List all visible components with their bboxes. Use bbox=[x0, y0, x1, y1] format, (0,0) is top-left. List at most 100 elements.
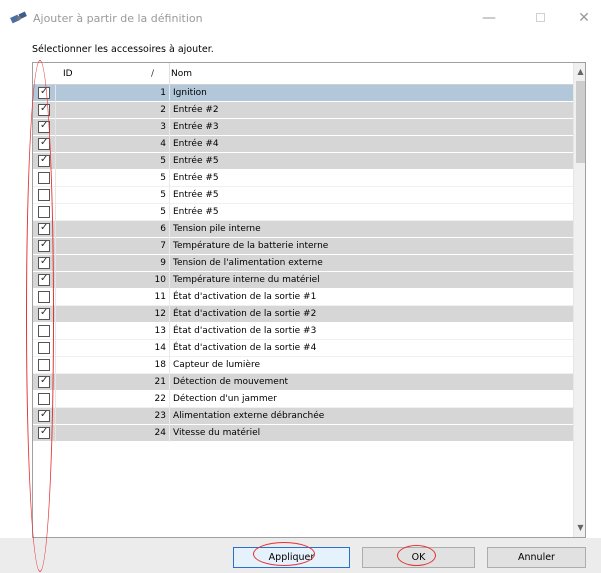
row-checkbox[interactable] bbox=[38, 342, 50, 354]
row-name: Capteur de lumière bbox=[173, 360, 261, 370]
row-name: Détection d'un jammer bbox=[173, 394, 277, 404]
row-checkbox[interactable]: ✓ bbox=[38, 86, 50, 99]
row-checkbox[interactable]: ✓ bbox=[38, 239, 50, 252]
checkmark-icon: ✓ bbox=[40, 120, 49, 131]
table-row[interactable]: ✓ 9 Tension de l'alimentation externe bbox=[33, 255, 573, 272]
row-checkbox[interactable]: ✓ bbox=[38, 120, 50, 133]
row-name: État d'activation de la sortie #2 bbox=[173, 309, 317, 319]
cancel-button[interactable]: Annuler bbox=[487, 547, 586, 568]
column-header-name[interactable]: Nom bbox=[171, 63, 192, 85]
row-checkbox[interactable]: ✓ bbox=[38, 103, 50, 116]
row-name: Tension pile interne bbox=[173, 224, 261, 234]
checkmark-icon: ✓ bbox=[40, 222, 49, 233]
row-id: 5 bbox=[160, 190, 166, 200]
table-row[interactable]: ✓ 23 Alimentation externe débranchée bbox=[33, 408, 573, 425]
row-id: 11 bbox=[154, 292, 166, 302]
satellite-icon bbox=[10, 11, 27, 24]
row-checkbox[interactable] bbox=[38, 359, 50, 371]
row-id: 7 bbox=[160, 241, 166, 251]
table-row[interactable]: ✓ 10 Température interne du matériel bbox=[33, 272, 573, 289]
row-id: 13 bbox=[154, 326, 166, 336]
scroll-thumb[interactable] bbox=[576, 81, 585, 163]
row-checkbox[interactable] bbox=[38, 206, 50, 218]
row-id: 10 bbox=[154, 275, 166, 285]
column-divider[interactable] bbox=[169, 63, 170, 85]
minimize-button[interactable]: — bbox=[474, 8, 504, 28]
table-row[interactable]: 22 Détection d'un jammer bbox=[33, 391, 573, 408]
maximize-button[interactable] bbox=[525, 8, 555, 28]
row-id: 5 bbox=[160, 156, 166, 166]
table-row[interactable]: ✓ 5 Entrée #5 bbox=[33, 153, 573, 170]
grid-rows: ✓ 1 Ignition ✓ 2 Entrée #2 ✓ 3 Entrée #3 ✓ 4 Entrée… bbox=[33, 85, 573, 442]
table-row[interactable]: 5 Entrée #5 bbox=[33, 204, 573, 221]
row-checkbox[interactable]: ✓ bbox=[38, 426, 50, 439]
checkmark-icon: ✓ bbox=[40, 426, 49, 437]
table-row[interactable]: 14 État d'activation de la sortie #4 bbox=[33, 340, 573, 357]
row-name: Entrée #5 bbox=[173, 156, 219, 166]
row-checkbox[interactable]: ✓ bbox=[38, 273, 50, 286]
table-row[interactable]: ✓ 2 Entrée #2 bbox=[33, 102, 573, 119]
checkmark-icon: ✓ bbox=[40, 103, 49, 114]
row-name: Vitesse du matériel bbox=[173, 428, 261, 438]
table-row[interactable]: ✓ 1 Ignition bbox=[33, 85, 573, 102]
row-checkbox[interactable]: ✓ bbox=[38, 256, 50, 269]
row-id: 5 bbox=[160, 207, 166, 217]
vertical-scrollbar[interactable]: ▲ ▼ bbox=[573, 63, 585, 537]
ok-button[interactable]: OK bbox=[362, 547, 475, 568]
row-id: 3 bbox=[160, 122, 166, 132]
table-row[interactable]: 18 Capteur de lumière bbox=[33, 357, 573, 374]
row-id: 22 bbox=[154, 394, 166, 404]
row-id: 21 bbox=[154, 377, 166, 387]
row-id: 5 bbox=[160, 173, 166, 183]
row-name: Tension de l'alimentation externe bbox=[173, 258, 323, 268]
row-checkbox[interactable] bbox=[38, 393, 50, 405]
row-id: 14 bbox=[154, 343, 166, 353]
table-row[interactable]: ✓ 7 Température de la batterie interne bbox=[33, 238, 573, 255]
row-name: Entrée #5 bbox=[173, 173, 219, 183]
table-row[interactable]: ✓ 4 Entrée #4 bbox=[33, 136, 573, 153]
row-checkbox[interactable]: ✓ bbox=[38, 307, 50, 320]
row-name: Ignition bbox=[173, 88, 207, 98]
accessories-grid[interactable]: ID / Nom ✓ 1 Ignition ✓ 2 Entrée #2 ✓ 3 Entrée #… bbox=[32, 62, 586, 538]
checkmark-icon: ✓ bbox=[40, 154, 49, 165]
scroll-down-icon[interactable]: ▼ bbox=[574, 521, 585, 535]
row-checkbox[interactable] bbox=[38, 172, 50, 184]
row-checkbox[interactable]: ✓ bbox=[38, 409, 50, 422]
table-row[interactable]: 13 État d'activation de la sortie #3 bbox=[33, 323, 573, 340]
table-row[interactable]: 11 État d'activation de la sortie #1 bbox=[33, 289, 573, 306]
row-name: État d'activation de la sortie #3 bbox=[173, 326, 317, 336]
row-id: 18 bbox=[154, 360, 166, 370]
row-name: Entrée #5 bbox=[173, 207, 219, 217]
table-row[interactable]: ✓ 6 Tension pile interne bbox=[33, 221, 573, 238]
apply-button[interactable]: Appliquer bbox=[233, 547, 350, 568]
table-row[interactable]: ✓ 24 Vitesse du matériel bbox=[33, 425, 573, 442]
window-title: Ajouter à partir de la définition bbox=[33, 12, 203, 25]
row-checkbox[interactable]: ✓ bbox=[38, 375, 50, 388]
table-row[interactable]: 5 Entrée #5 bbox=[33, 170, 573, 187]
checkmark-icon: ✓ bbox=[40, 239, 49, 250]
row-checkbox[interactable] bbox=[38, 291, 50, 303]
row-checkbox[interactable] bbox=[38, 189, 50, 201]
row-id: 6 bbox=[160, 224, 166, 234]
row-checkbox[interactable] bbox=[38, 325, 50, 337]
row-id: 2 bbox=[160, 105, 166, 115]
sort-indicator-icon: / bbox=[151, 69, 155, 79]
scroll-up-icon[interactable]: ▲ bbox=[574, 65, 585, 79]
row-id: 23 bbox=[154, 411, 166, 421]
table-row[interactable]: 5 Entrée #5 bbox=[33, 187, 573, 204]
checkmark-icon: ✓ bbox=[40, 409, 49, 420]
row-checkbox[interactable]: ✓ bbox=[38, 154, 50, 167]
table-row[interactable]: ✓ 3 Entrée #3 bbox=[33, 119, 573, 136]
row-name: État d'activation de la sortie #1 bbox=[173, 292, 317, 302]
row-id: 4 bbox=[160, 139, 166, 149]
column-header-id[interactable]: ID bbox=[63, 63, 73, 85]
table-row[interactable]: ✓ 12 État d'activation de la sortie #2 bbox=[33, 306, 573, 323]
row-checkbox[interactable]: ✓ bbox=[38, 137, 50, 150]
row-name: Entrée #5 bbox=[173, 190, 219, 200]
row-name: Température interne du matériel bbox=[173, 275, 320, 285]
close-button[interactable]: ✕ bbox=[569, 8, 599, 28]
checkmark-icon: ✓ bbox=[40, 273, 49, 284]
row-checkbox[interactable]: ✓ bbox=[38, 222, 50, 235]
grid-header: ID / Nom bbox=[33, 63, 573, 85]
table-row[interactable]: ✓ 21 Détection de mouvement bbox=[33, 374, 573, 391]
